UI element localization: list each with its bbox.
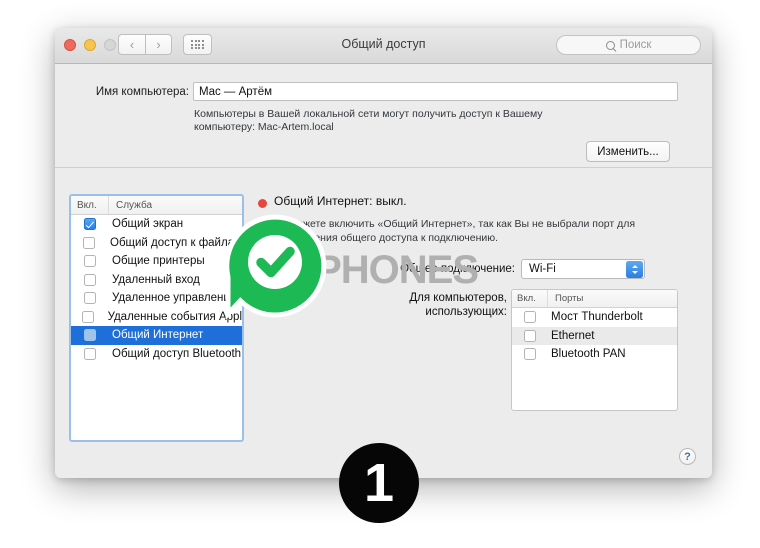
- ports-col-enabled: Вкл.: [512, 290, 548, 307]
- port-label: Мост Thunderbolt: [551, 311, 643, 324]
- section-divider: [55, 167, 712, 168]
- list-item-selected[interactable]: Общий Интернет: [71, 326, 242, 345]
- service-label: Удаленный вход: [112, 273, 200, 286]
- connection-value: Wi-Fi: [529, 263, 556, 275]
- computers-using-label: Для компьютеров, использующих:: [377, 291, 507, 319]
- chevron-updown-icon[interactable]: [626, 261, 643, 278]
- system-preferences-window: ‹ › Общий доступ Поиск Имя компьютера: M…: [55, 28, 712, 478]
- service-label: Удаленные события Appl: [107, 310, 242, 323]
- service-checkbox[interactable]: [84, 255, 96, 268]
- window-body: Имя компьютера: Mac — Артём Компьютеры в…: [55, 64, 712, 478]
- port-checkbox[interactable]: [524, 329, 536, 342]
- services-list[interactable]: Вкл. Служба Общий экран Общий доступ к ф…: [69, 194, 244, 442]
- step-number: 1: [363, 453, 395, 513]
- connection-select[interactable]: Wi-Fi: [521, 259, 645, 279]
- list-item[interactable]: Общий экран: [71, 215, 242, 234]
- service-checkbox[interactable]: [84, 292, 96, 305]
- computer-name-input[interactable]: Mac — Артём: [193, 82, 678, 101]
- computer-name-label: Имя компьютера:: [95, 86, 189, 98]
- list-item[interactable]: Удаленное управление: [71, 289, 242, 308]
- service-checkbox[interactable]: [84, 329, 96, 342]
- port-row[interactable]: Bluetooth PAN: [512, 345, 677, 364]
- port-label: Ethernet: [551, 329, 595, 342]
- service-label: Общий Интернет: [112, 329, 204, 342]
- status-indicator-dot: [258, 199, 267, 208]
- window-titlebar: ‹ › Общий доступ Поиск: [55, 28, 712, 64]
- ports-list[interactable]: Вкл. Порты Мост Thunderbolt Ethernet Blu…: [511, 289, 678, 411]
- ports-col-ports: Порты: [555, 293, 584, 304]
- computers-using-line2: использующих:: [425, 306, 507, 318]
- list-item[interactable]: Удаленные события Appl: [71, 308, 242, 327]
- step-number-badge: 1: [339, 443, 419, 523]
- service-label: Общий доступ Bluetooth: [112, 347, 242, 360]
- computers-using-line1: Для компьютеров,: [409, 292, 507, 304]
- list-item[interactable]: Общий доступ к файлам: [71, 234, 242, 253]
- services-list-header: Вкл. Служба: [71, 196, 242, 215]
- service-checkbox[interactable]: [83, 236, 95, 249]
- search-placeholder: Поиск: [619, 39, 652, 51]
- list-item[interactable]: Удаленный вход: [71, 271, 242, 290]
- help-button[interactable]: ?: [679, 448, 696, 465]
- service-checkbox[interactable]: [81, 310, 94, 323]
- list-item[interactable]: Общие принтеры: [71, 252, 242, 271]
- service-checkbox[interactable]: [84, 218, 96, 231]
- service-checkbox[interactable]: [84, 347, 96, 360]
- status-title: Общий Интернет: выкл.: [274, 194, 407, 208]
- ports-list-header: Вкл. Порты: [512, 290, 677, 308]
- change-name-button[interactable]: Изменить...: [586, 141, 670, 162]
- service-label: Удаленное управление: [112, 292, 237, 305]
- computer-name-hint: Компьютеры в Вашей локальной сети могут …: [194, 108, 543, 133]
- connection-label: Общее подключение:: [400, 263, 515, 275]
- port-checkbox[interactable]: [524, 311, 536, 324]
- service-label: Общие принтеры: [112, 255, 205, 268]
- list-item[interactable]: Общий доступ Bluetooth: [71, 345, 242, 364]
- service-label: Общий экран: [112, 218, 184, 231]
- search-icon: [605, 40, 615, 50]
- port-checkbox[interactable]: [524, 348, 536, 361]
- services-col-enabled: Вкл.: [71, 196, 109, 214]
- service-label: Общий доступ к файлам: [110, 236, 242, 249]
- services-col-service: Служба: [116, 199, 153, 211]
- port-row[interactable]: Ethernet: [512, 326, 677, 345]
- port-row[interactable]: Мост Thunderbolt: [512, 308, 677, 327]
- service-checkbox[interactable]: [84, 273, 96, 286]
- status-description: Вы не можете включить «Общий Интернет», …: [258, 218, 636, 244]
- port-label: Bluetooth PAN: [551, 348, 626, 361]
- search-field[interactable]: Поиск: [556, 35, 701, 55]
